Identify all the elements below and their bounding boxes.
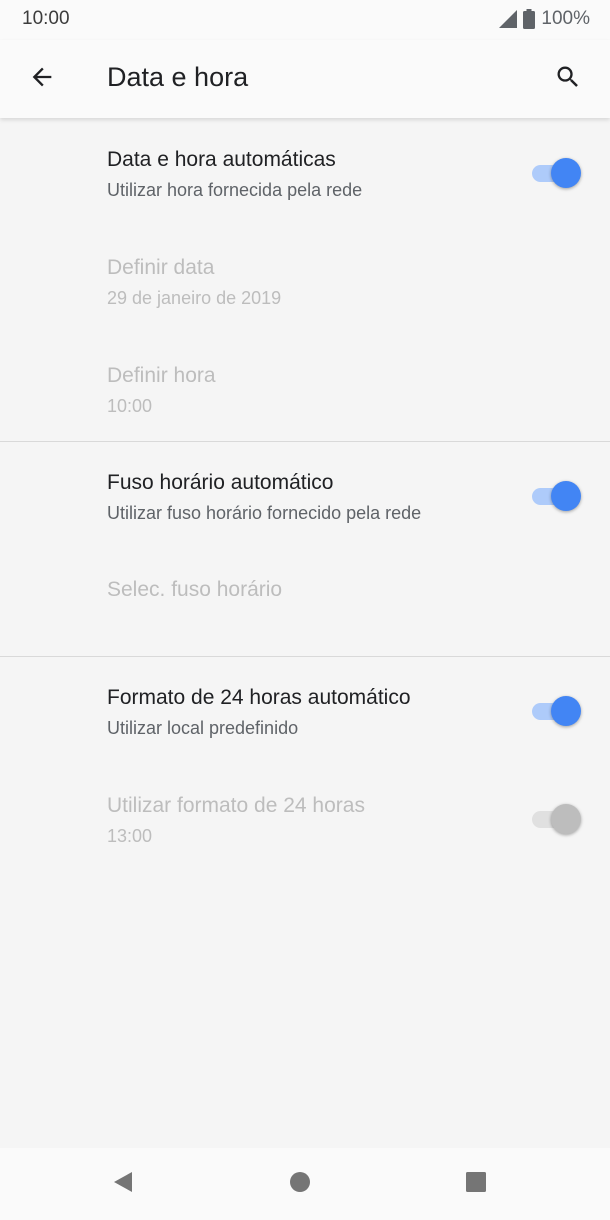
toggle-thumb [551, 158, 581, 188]
setting-summary: Utilizar fuso horário fornecido pela red… [107, 503, 422, 523]
search-button[interactable] [546, 57, 590, 101]
toggle-thumb [551, 481, 581, 511]
status-bar: 10:00 100% [0, 0, 610, 40]
status-time: 10:00 [22, 8, 70, 29]
signal-icon [497, 10, 518, 28]
setting-title: Data e hora automáticas [107, 148, 336, 171]
setting-select-timezone[interactable]: Selec. fuso horário [0, 559, 610, 667]
setting-summary: 29 de janeiro de 2019 [107, 288, 282, 308]
divider [0, 656, 610, 657]
setting-title: Utilizar formato de 24 horas [107, 794, 365, 817]
app-bar: Data e hora [0, 40, 610, 118]
setting-summary: Utilizar local predefinido [107, 718, 299, 738]
status-icons: 100% [497, 8, 590, 30]
nav-home-button[interactable] [278, 1162, 322, 1206]
nav-home-icon [288, 1170, 312, 1199]
battery-icon [523, 9, 536, 29]
setting-auto-datetime[interactable]: Data e hora automáticas Utilizar hora fo… [0, 128, 610, 236]
setting-title: Fuso horário automático [107, 471, 334, 494]
battery-percent: 100% [541, 8, 590, 29]
setting-use-24h[interactable]: Utilizar formato de 24 horas 13:00 [0, 774, 610, 882]
setting-summary: Utilizar hora fornecida pela rede [107, 180, 363, 200]
setting-set-date[interactable]: Definir data 29 de janeiro de 2019 [0, 236, 610, 344]
back-button[interactable] [20, 57, 64, 101]
setting-title: Formato de 24 horas automático [107, 686, 411, 709]
setting-summary: 13:00 [107, 826, 153, 846]
setting-title: Definir data [107, 256, 215, 279]
toggle-thumb [551, 804, 581, 834]
setting-title: Definir hora [107, 364, 216, 387]
nav-back-button[interactable] [101, 1162, 145, 1206]
search-icon [554, 63, 582, 96]
navigation-bar [0, 1148, 610, 1220]
page-title: Data e hora [107, 62, 249, 92]
setting-auto-timezone[interactable]: Fuso horário automático Utilizar fuso ho… [0, 451, 610, 559]
divider [0, 441, 610, 442]
setting-title: Selec. fuso horário [107, 578, 283, 601]
settings-list: Data e hora automáticas Utilizar hora fo… [0, 118, 610, 1148]
auto-24h-toggle[interactable] [532, 696, 582, 726]
setting-summary: 10:00 [107, 396, 153, 416]
setting-set-time[interactable]: Definir hora 10:00 [0, 344, 610, 452]
auto-timezone-toggle[interactable] [532, 481, 582, 511]
back-arrow-icon [28, 63, 56, 96]
auto-datetime-toggle[interactable] [532, 158, 582, 188]
setting-auto-24h[interactable]: Formato de 24 horas automático Utilizar … [0, 666, 610, 774]
toggle-thumb [551, 696, 581, 726]
nav-recents-icon [464, 1170, 488, 1199]
nav-back-icon [111, 1170, 135, 1199]
use-24h-toggle[interactable] [532, 804, 582, 834]
nav-recents-button[interactable] [454, 1162, 498, 1206]
